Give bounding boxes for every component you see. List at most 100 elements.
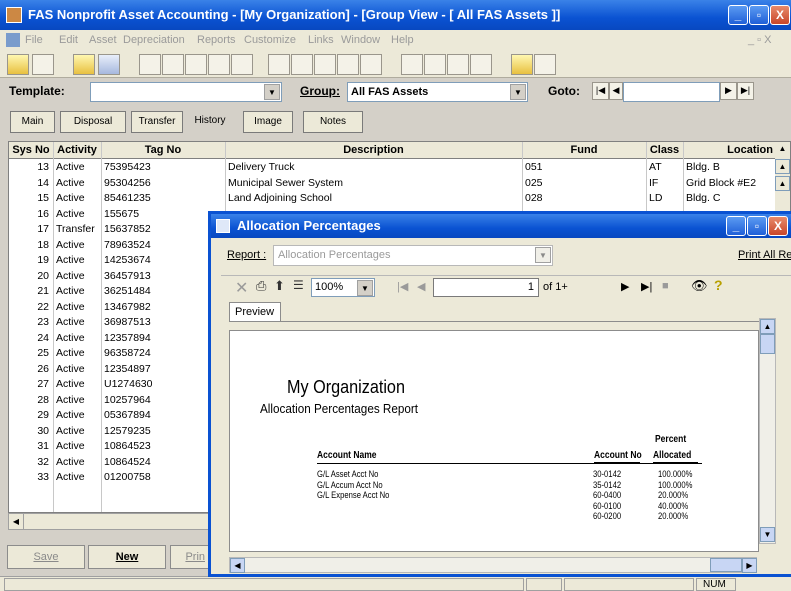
form-icon[interactable]	[185, 54, 207, 75]
table-row[interactable]: 15 Active 85461235 Land Adjoining School 028…	[9, 191, 790, 206]
col-location[interactable]: Location	[683, 144, 773, 156]
page-input[interactable]: 1	[433, 278, 539, 297]
chevron-down-icon[interactable]: ▼	[510, 84, 526, 100]
zoom-select[interactable]: 100% ▼	[311, 278, 375, 297]
tab-disposal[interactable]: Disposal	[60, 111, 126, 133]
stop-icon[interactable]: ■	[662, 280, 669, 292]
new-button[interactable]: New	[88, 545, 166, 569]
table-row[interactable]: 14 Active 95304256 Municipal Sewer System 02…	[9, 176, 790, 191]
wizard-icon[interactable]	[314, 54, 336, 75]
print-icon[interactable]	[447, 54, 469, 75]
tab-image[interactable]: Image	[243, 111, 293, 133]
first-record-icon[interactable]	[162, 54, 184, 75]
transfer-icon[interactable]	[360, 54, 382, 75]
maximize-button[interactable]: ▫	[749, 5, 769, 25]
report-horizontal-scrollbar[interactable]: ◀ ▶	[229, 557, 757, 573]
tools-icon[interactable]	[268, 54, 290, 75]
print-button[interactable]: Prin	[170, 545, 210, 569]
print-all-link[interactable]: Print All Re	[738, 249, 791, 261]
first-page-icon[interactable]: |◀	[397, 280, 408, 293]
close-button[interactable]: X	[770, 5, 790, 25]
mdi-window-controls[interactable]: _ ▫ X	[748, 34, 771, 46]
list-icon[interactable]	[231, 54, 253, 75]
menu-reports[interactable]: Reports	[197, 34, 236, 46]
menu-depreciation[interactable]: Depreciation	[123, 34, 185, 46]
tab-history[interactable]: History	[188, 111, 232, 133]
hourglass-icon[interactable]	[139, 54, 161, 75]
dialog-minimize-button[interactable]: _	[726, 216, 746, 236]
chart-icon[interactable]	[424, 54, 446, 75]
tab-transfer[interactable]: Transfer	[131, 111, 183, 133]
table-row[interactable]: 13 Active 75395423 Delivery Truck 051 AT Bldg.…	[9, 160, 790, 175]
edit-icon[interactable]	[7, 54, 29, 75]
close-preview-icon[interactable]: ✕	[235, 278, 248, 298]
tab-notes[interactable]: Notes	[303, 111, 363, 133]
save-icon[interactable]	[32, 54, 54, 75]
prev-page-icon[interactable]: ◀	[417, 280, 425, 293]
depreciate-icon[interactable]	[73, 54, 95, 75]
goto-prev-button[interactable]: ◀	[609, 82, 623, 100]
scroll-down-icon[interactable]: ▼	[760, 527, 775, 542]
report-icon[interactable]	[208, 54, 230, 75]
dialog-close-button[interactable]: X	[768, 216, 788, 236]
menu-window[interactable]: Window	[341, 34, 380, 46]
col-class[interactable]: Class	[646, 144, 683, 156]
col-sys-no[interactable]: Sys No	[9, 144, 53, 156]
scroll-right-icon[interactable]: ▶	[742, 558, 757, 573]
link-icon[interactable]	[291, 54, 313, 75]
save-button[interactable]: Save	[7, 545, 85, 569]
print-icon[interactable]: ⎙	[256, 278, 266, 294]
next-page-icon[interactable]: ▶	[621, 280, 629, 293]
scroll-left-icon[interactable]: ◀	[230, 558, 245, 573]
col-tag-no[interactable]: Tag No	[101, 144, 225, 156]
menu-links[interactable]: Links	[308, 34, 334, 46]
sort-icon[interactable]: ▲	[775, 142, 790, 157]
app-title-bar: FAS Nonprofit Asset Accounting - [My Org…	[0, 0, 791, 30]
table-cell: 12354897	[104, 362, 151, 375]
scroll-up-icon[interactable]: ▲	[775, 159, 790, 174]
group-tree-icon[interactable]: ☰	[293, 278, 304, 292]
tree-icon[interactable]	[337, 54, 359, 75]
menu-file[interactable]: File	[25, 34, 43, 46]
menu-edit[interactable]: Edit	[59, 34, 78, 46]
search-icon[interactable]: 👁	[691, 278, 708, 294]
goto-last-button[interactable]: ▶|	[737, 82, 754, 100]
table-cell: Active	[56, 471, 85, 483]
scroll-thumb[interactable]	[710, 558, 742, 572]
calendar-icon[interactable]	[401, 54, 423, 75]
chevron-down-icon[interactable]: ▼	[357, 280, 373, 296]
col-description[interactable]: Description	[225, 144, 522, 156]
chevron-down-icon[interactable]: ▼	[264, 84, 280, 100]
goto-first-button[interactable]: |◀	[592, 82, 609, 100]
goto-next-button[interactable]: ▶	[720, 82, 737, 100]
menu-customize[interactable]: Customize	[244, 34, 296, 46]
dialog-maximize-button[interactable]: ▫	[747, 216, 767, 236]
report-select[interactable]: Allocation Percentages ▼	[273, 245, 553, 266]
col-fund[interactable]: Fund	[522, 144, 646, 156]
table-cell: 36987513	[104, 316, 151, 328]
grid-horizontal-scrollbar[interactable]: ◀	[8, 513, 228, 530]
recalc-icon[interactable]	[98, 54, 120, 75]
chevron-down-icon[interactable]: ▼	[535, 247, 551, 263]
calculator-icon[interactable]	[470, 54, 492, 75]
scroll-left-icon[interactable]: ◀	[9, 514, 24, 529]
group-select[interactable]: All FAS Assets ▼	[347, 82, 528, 102]
report-vertical-scrollbar[interactable]: ▲ ▼	[759, 318, 776, 544]
report-line-name: G/L Asset Acct No	[317, 469, 379, 479]
export-icon[interactable]: ⬆	[274, 278, 285, 294]
form-view-icon[interactable]	[534, 54, 556, 75]
goto-input[interactable]	[623, 82, 720, 102]
tab-preview[interactable]: Preview	[229, 302, 281, 322]
scroll-thumb[interactable]	[760, 334, 775, 354]
menu-asset[interactable]: Asset	[89, 34, 117, 46]
col-activity[interactable]: Activity	[53, 144, 101, 156]
scroll-up-icon[interactable]: ▲	[775, 176, 790, 191]
scroll-up-icon[interactable]: ▲	[760, 319, 775, 334]
template-select[interactable]: ▼	[90, 82, 282, 102]
grid-view-icon[interactable]	[511, 54, 533, 75]
menu-help[interactable]: Help	[391, 34, 414, 46]
tab-main[interactable]: Main	[10, 111, 55, 133]
last-page-icon[interactable]: ▶|	[641, 280, 652, 293]
help-icon[interactable]: ?	[714, 277, 723, 293]
minimize-button[interactable]: _	[728, 5, 748, 25]
